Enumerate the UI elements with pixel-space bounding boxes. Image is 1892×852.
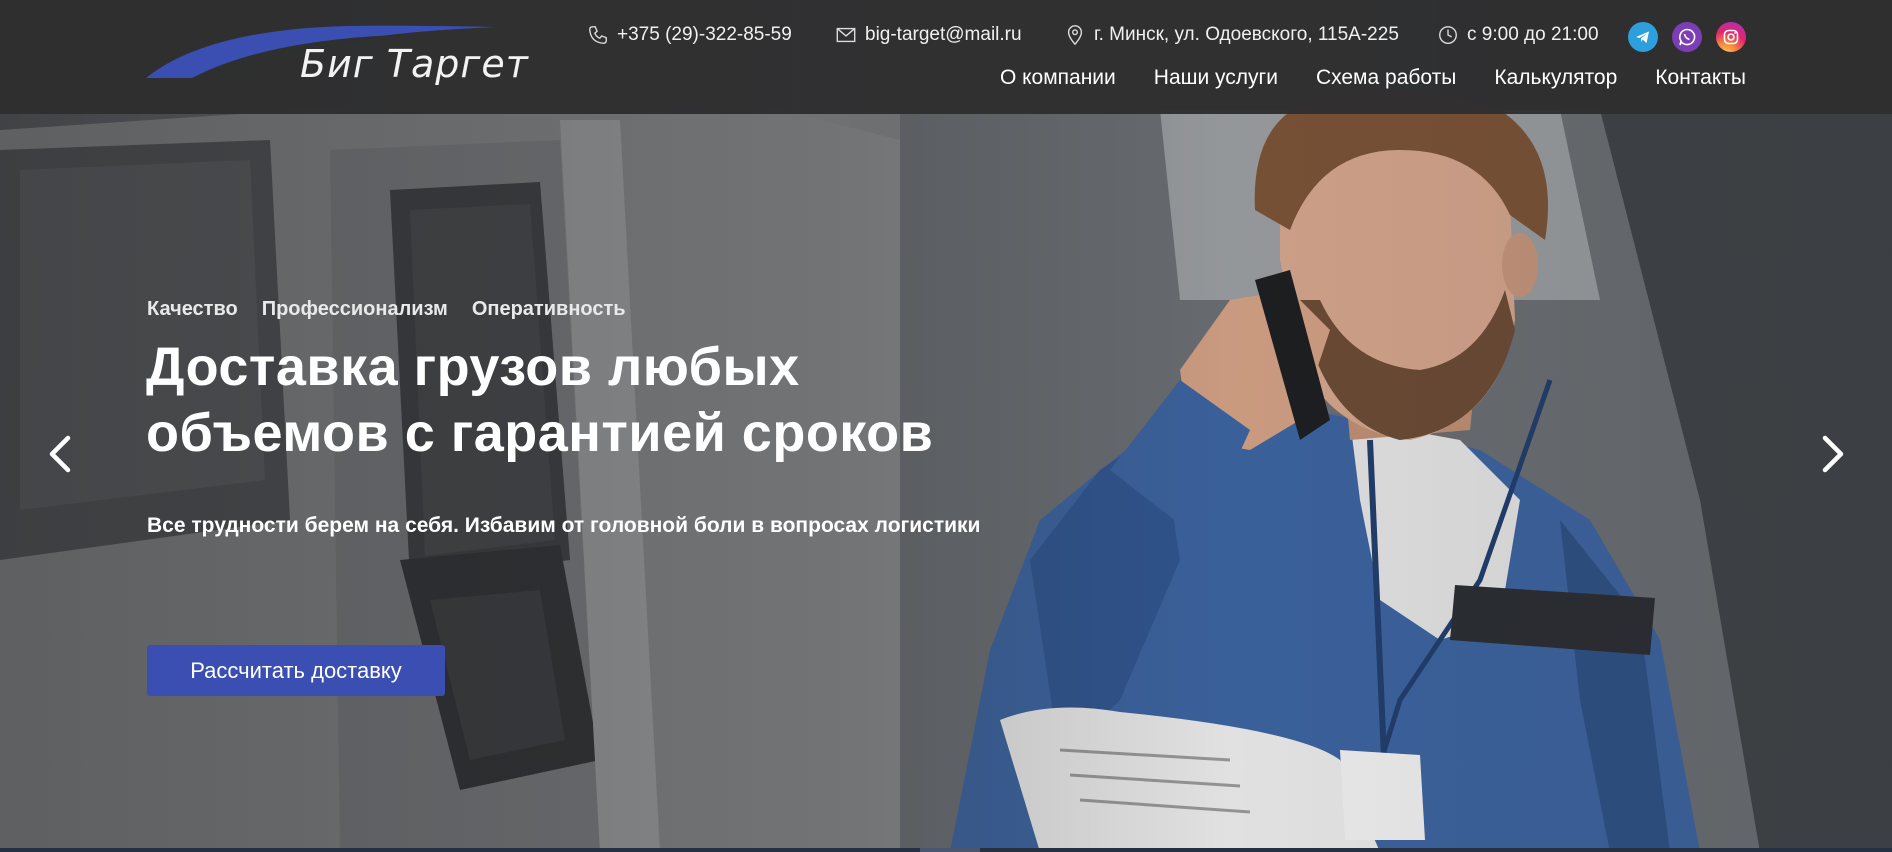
mail-icon — [836, 27, 856, 43]
contact-hours: с 9:00 до 21:00 — [1437, 20, 1599, 50]
viber-link[interactable] — [1672, 22, 1702, 52]
hero-tags: Качество Профессионализм Оперативность — [147, 298, 626, 321]
clock-icon — [1439, 26, 1457, 44]
nav-item-about[interactable]: О компании — [1000, 66, 1116, 90]
email-address: big-target@mail.ru — [865, 24, 1022, 45]
brand-name: Биг Таргет — [300, 42, 529, 86]
location-pin-icon — [1067, 25, 1083, 46]
scroll-indicator — [920, 848, 980, 852]
instagram-link[interactable] — [1716, 22, 1746, 52]
chevron-left-icon — [49, 435, 71, 473]
carousel-next-button[interactable] — [1813, 432, 1853, 476]
carousel-prev-button[interactable] — [40, 432, 80, 476]
telegram-link[interactable] — [1628, 22, 1658, 52]
hero-title-line-1: Доставка грузов любых — [146, 337, 800, 397]
telegram-icon — [1636, 31, 1649, 43]
hero-tag-professionalism: Профессионализм — [261, 298, 448, 320]
hero-title-line-2: объемов с гарантией сроков — [146, 403, 934, 463]
hero-tag-quality: Качество — [147, 298, 238, 320]
contact-phone[interactable]: +375 (29)-322-85-59 — [587, 20, 792, 50]
brand-logo[interactable]: Биг Таргет — [146, 22, 532, 86]
calculate-delivery-button[interactable]: Рассчитать доставку — [147, 645, 445, 696]
contact-address: г. Минск, ул. Одоевского, 115А-225 — [1064, 20, 1399, 50]
phone-number: +375 (29)-322-85-59 — [617, 24, 792, 45]
site-header: Биг Таргет +375 (29)-322-85-59 big-targe… — [0, 0, 1892, 114]
chevron-right-icon — [1822, 435, 1844, 473]
nav-item-workflow[interactable]: Схема работы — [1316, 66, 1456, 90]
nav-item-contacts[interactable]: Контакты — [1655, 66, 1746, 90]
nav-item-calculator[interactable]: Калькулятор — [1494, 66, 1617, 90]
address-text: г. Минск, ул. Одоевского, 115А-225 — [1094, 24, 1399, 45]
main-nav: О компании Наши услуги Схема работы Каль… — [1000, 66, 1746, 90]
hero-subtitle: Все трудности берем на себя. Избавим от … — [147, 514, 981, 537]
hero-tag-efficiency: Оперативность — [471, 298, 626, 320]
viber-icon — [1679, 28, 1696, 46]
hero-title: Доставка грузов любых объемов с гарантие… — [146, 334, 1046, 466]
contact-email[interactable]: big-target@mail.ru — [835, 20, 1022, 50]
working-hours: с 9:00 до 21:00 — [1467, 24, 1599, 45]
phone-icon — [589, 26, 607, 44]
instagram-icon — [1723, 29, 1739, 45]
nav-item-services[interactable]: Наши услуги — [1154, 66, 1278, 90]
